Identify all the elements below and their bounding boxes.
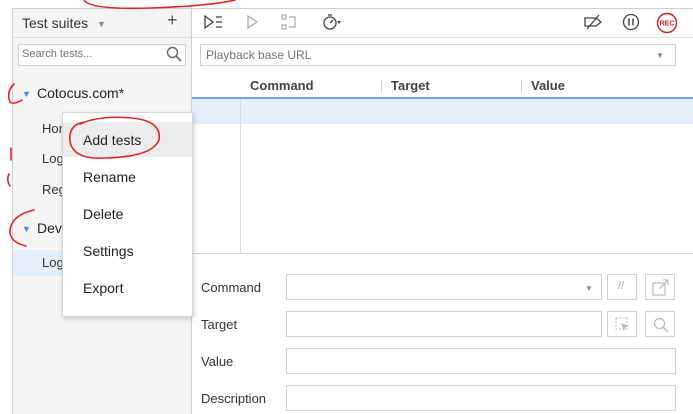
menu-item-add-tests[interactable]: Add tests <box>83 132 141 148</box>
value-input[interactable] <box>287 349 675 373</box>
menu-item-rename[interactable]: Rename <box>83 169 136 185</box>
target-input[interactable] <box>287 312 601 336</box>
test-item[interactable]: Log <box>42 255 64 270</box>
pause-icon[interactable] <box>621 13 641 31</box>
column-value[interactable]: Value <box>531 78 565 93</box>
test-item[interactable]: Hor <box>42 121 63 136</box>
run-all-icon[interactable] <box>203 13 223 31</box>
run-current-icon[interactable] <box>243 13 263 31</box>
description-label: Description <box>201 391 267 406</box>
command-input[interactable] <box>287 275 601 299</box>
left-gutter <box>0 0 12 414</box>
menu-item-export[interactable]: Export <box>83 280 123 296</box>
editor-divider <box>192 253 693 254</box>
select-target-button[interactable] <box>607 311 637 337</box>
search-input[interactable] <box>22 48 162 60</box>
record-label: REC <box>660 21 675 28</box>
column-target[interactable]: Target <box>391 78 430 93</box>
record-icon[interactable]: REC <box>656 12 678 34</box>
command-label: Command <box>201 280 261 295</box>
disable-breakpoints-icon[interactable] <box>583 13 603 31</box>
expand-triangle-icon[interactable]: ▼ <box>22 224 31 234</box>
expand-triangle-icon[interactable]: ▼ <box>22 89 31 99</box>
menu-item-settings[interactable]: Settings <box>83 243 134 259</box>
grid-divider <box>240 99 241 253</box>
test-item[interactable]: Log <box>42 151 64 166</box>
grid-row-selected[interactable] <box>192 99 693 124</box>
value-label: Value <box>201 354 234 369</box>
description-field[interactable] <box>286 385 676 411</box>
external-link-icon <box>652 279 669 296</box>
suite-cotocus[interactable]: Cotocus.com* <box>37 85 124 101</box>
command-field[interactable] <box>286 274 602 300</box>
value-field[interactable] <box>286 348 676 374</box>
comment-toggle-label: // <box>618 280 625 292</box>
suites-title[interactable]: Test suites <box>22 15 88 31</box>
add-suite-icon[interactable]: + <box>167 11 178 29</box>
speed-icon[interactable] <box>322 13 342 31</box>
chevron-down-icon[interactable]: ▼ <box>656 51 664 60</box>
column-divider[interactable] <box>381 80 382 92</box>
target-label: Target <box>201 317 238 332</box>
comment-toggle-button[interactable]: // <box>607 274 637 300</box>
chevron-down-icon[interactable]: ▼ <box>585 284 593 293</box>
column-divider[interactable] <box>521 80 522 92</box>
open-reference-button[interactable] <box>645 274 675 300</box>
step-icon[interactable] <box>280 13 300 31</box>
suite-dev[interactable]: Dev <box>37 220 62 236</box>
search-icon <box>653 317 669 333</box>
toolbar <box>192 8 693 38</box>
menu-item-delete[interactable]: Delete <box>83 206 123 222</box>
suites-dropdown-icon[interactable]: ▼ <box>97 19 106 29</box>
search-icon[interactable] <box>166 46 182 62</box>
description-input[interactable] <box>287 386 675 410</box>
find-target-button[interactable] <box>645 311 675 337</box>
target-field[interactable] <box>286 311 602 337</box>
column-command[interactable]: Command <box>250 78 314 93</box>
select-element-icon <box>615 317 629 331</box>
playback-url-input[interactable] <box>206 48 626 62</box>
